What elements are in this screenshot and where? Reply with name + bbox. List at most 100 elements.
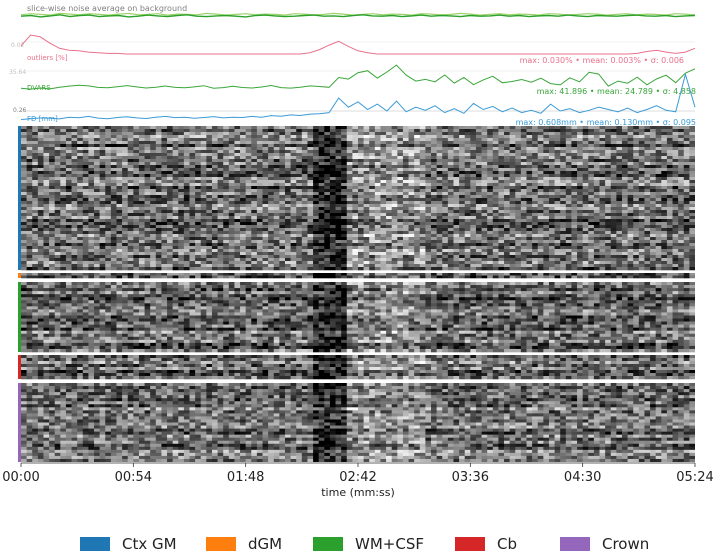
carpet-cell — [464, 228, 471, 232]
carpet-cell — [509, 234, 516, 238]
carpet-cell — [105, 198, 112, 202]
carpet-cell — [633, 222, 640, 226]
carpet-cell — [599, 180, 606, 184]
carpet-cell — [65, 237, 72, 241]
carpet-cell — [599, 138, 606, 142]
carpet-cell — [369, 201, 376, 205]
fd-line — [20, 72, 696, 120]
carpet-cell — [655, 147, 662, 151]
carpet-cell — [487, 240, 494, 244]
carpet-cell — [464, 213, 471, 217]
carpet-cell — [346, 138, 353, 142]
carpet-cell — [509, 213, 516, 217]
carpet-cell — [633, 177, 640, 181]
carpet-cell — [464, 135, 471, 139]
carpet-cell — [122, 198, 129, 202]
carpet-cell — [99, 180, 106, 184]
carpet-cell — [504, 150, 510, 154]
carpet-cell — [60, 234, 67, 238]
carpet-cell — [296, 201, 303, 205]
carpet-cell — [200, 201, 207, 205]
carpet-cell — [447, 177, 454, 181]
carpet-cell — [138, 153, 145, 157]
carpet-cell — [408, 159, 415, 163]
carpet-cell — [363, 156, 370, 160]
carpet-cell — [234, 153, 241, 157]
carpet-cell — [77, 195, 84, 199]
carpet-cell — [672, 183, 679, 187]
carpet-cell — [532, 240, 539, 244]
carpet-cell — [329, 216, 336, 220]
carpet-cell — [560, 144, 567, 148]
carpet-cell — [464, 171, 471, 175]
carpet-cell — [621, 159, 628, 163]
carpet-cell — [616, 243, 623, 247]
carpet-cell — [599, 162, 606, 166]
carpet-cell — [127, 204, 134, 208]
carpet-cell — [122, 237, 129, 241]
carpet-cell — [26, 192, 33, 196]
carpet-cell — [582, 129, 589, 133]
carpet-cell — [571, 222, 578, 226]
carpet-cell — [301, 222, 308, 226]
carpet-cell — [206, 195, 213, 199]
carpet-cell — [217, 225, 224, 229]
carpet-cell — [560, 246, 567, 250]
carpet-cell — [464, 165, 471, 169]
carpet-cell — [251, 189, 258, 193]
carpet-cell — [498, 213, 505, 217]
carpet-cell — [122, 183, 129, 187]
carpet-cell — [520, 243, 527, 247]
carpet-cell — [644, 126, 651, 130]
carpet-cell — [588, 144, 595, 148]
carpet-cell — [408, 156, 415, 160]
carpet-cell — [290, 135, 297, 139]
carpet-cell — [481, 198, 488, 202]
carpet-cell — [110, 180, 117, 184]
carpet-cell — [655, 243, 662, 247]
carpet-cell — [245, 162, 252, 166]
carpet-cell — [324, 156, 331, 160]
carpet-cell — [234, 171, 241, 175]
carpet-cell — [167, 168, 173, 172]
carpet-cell — [49, 171, 55, 175]
carpet-cell — [560, 243, 567, 247]
carpet-cell — [256, 192, 263, 196]
carpet-cell — [37, 174, 44, 178]
carpet-cell — [610, 237, 617, 241]
carpet-cell — [82, 147, 89, 151]
carpet-cell — [459, 246, 466, 250]
carpet-cell — [329, 165, 336, 169]
carpet-cell — [655, 135, 662, 139]
carpet-cell — [172, 129, 179, 133]
carpet-cell — [532, 189, 539, 193]
carpet-cell — [335, 243, 342, 247]
carpet-cell — [71, 219, 78, 223]
carpet-cell — [610, 156, 617, 160]
carpet-cell — [307, 126, 314, 130]
carpet-cell — [346, 231, 353, 235]
carpet-cell — [431, 246, 437, 250]
carpet-cell — [397, 150, 404, 154]
carpet-cell — [88, 228, 95, 232]
carpet-cell — [189, 219, 196, 223]
carpet-cell — [650, 222, 656, 226]
carpet-cell — [183, 231, 190, 235]
carpet-cell — [127, 210, 134, 214]
carpet-cell — [397, 195, 404, 199]
carpet-cell — [498, 234, 505, 238]
carpet-cell — [515, 168, 522, 172]
carpet-cell — [329, 192, 336, 196]
carpet-cell — [386, 201, 392, 205]
carpet-cell — [380, 216, 387, 220]
carpet-cell — [150, 141, 157, 145]
carpet-cell — [571, 162, 578, 166]
carpet-cell — [593, 192, 600, 196]
carpet-cell — [464, 204, 471, 208]
carpet-cell — [408, 144, 415, 148]
carpet-cell — [138, 234, 145, 238]
carpet-cell — [504, 204, 510, 208]
carpet-cell — [234, 234, 241, 238]
carpet-cell — [571, 135, 578, 139]
carpet-cell — [520, 198, 527, 202]
